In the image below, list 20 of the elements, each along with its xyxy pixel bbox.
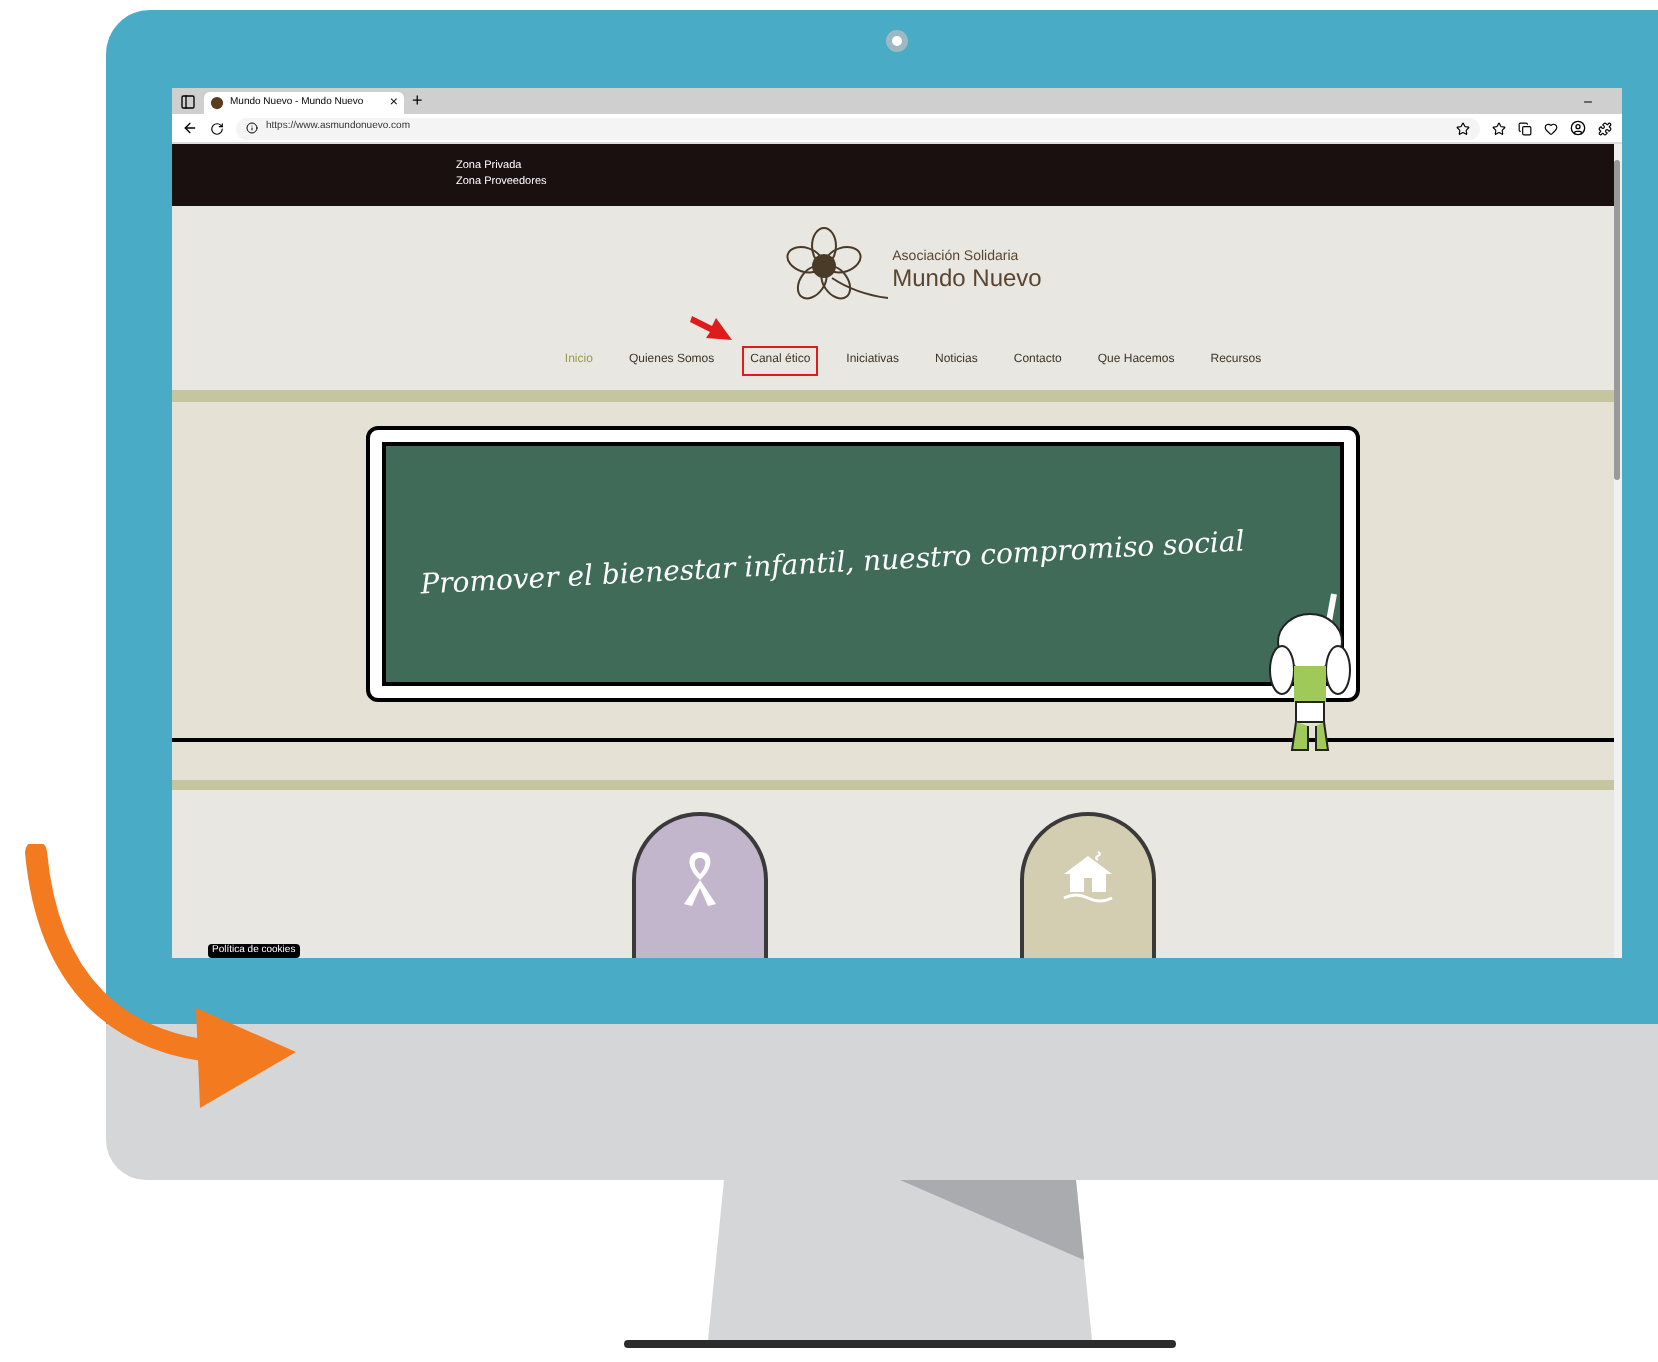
site-info-icon[interactable] [246, 122, 258, 134]
profile-icon[interactable] [1570, 120, 1586, 136]
refresh-icon[interactable] [210, 121, 224, 135]
camera-icon [886, 30, 908, 52]
chalkboard-slogan: Promover el bienestar infantil, nuestro compromiso social [419, 523, 1247, 605]
ribbon-icon [678, 848, 722, 908]
collections-icon[interactable] [1518, 121, 1532, 135]
feature-badge[interactable] [1020, 812, 1156, 958]
new-tab-button[interactable]: + [412, 92, 423, 110]
favorites-icon[interactable] [1492, 121, 1506, 135]
heart-icon[interactable] [1544, 121, 1558, 135]
back-icon[interactable] [182, 120, 198, 136]
tab-actions-icon[interactable] [180, 93, 196, 109]
feature-badge[interactable] [632, 812, 768, 958]
scrollbar-thumb[interactable] [1614, 160, 1620, 480]
extensions-icon[interactable] [1598, 121, 1612, 135]
minimize-icon[interactable] [1582, 95, 1594, 107]
logo-title: Mundo Nuevo [892, 264, 1042, 294]
house-icon [1058, 848, 1118, 908]
favorite-star-icon[interactable] [1456, 121, 1470, 135]
